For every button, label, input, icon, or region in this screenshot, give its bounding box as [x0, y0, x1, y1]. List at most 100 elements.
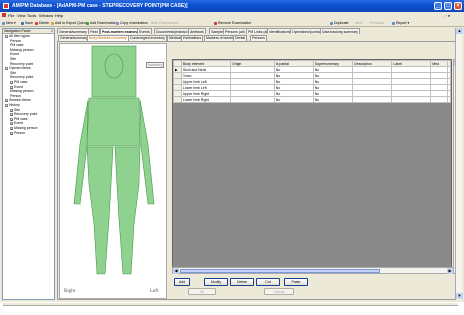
table-cell[interactable]	[391, 96, 432, 103]
main-tab[interactable]: Data tracking summary	[320, 28, 360, 34]
lower-limb-left-region[interactable]	[114, 146, 141, 275]
main-tab[interactable]: Persons (all)	[223, 28, 247, 34]
collapse-icon[interactable]: −	[5, 104, 8, 108]
scroll-right-icon[interactable]: ▶	[447, 268, 453, 274]
expand-icon[interactable]: +	[5, 99, 8, 103]
minimize-button[interactable]: _	[434, 2, 442, 10]
table-cell[interactable]: No	[312, 96, 354, 103]
expand-icon[interactable]: +	[10, 85, 13, 89]
cut-button[interactable]: Cut	[256, 278, 280, 286]
ok-button[interactable]: Ok	[188, 288, 216, 295]
main-tab[interactable]: Field	[88, 28, 100, 34]
main-tab[interactable]: Operations/journal	[290, 28, 323, 34]
delete-row-button[interactable]: Delete	[230, 278, 254, 286]
tree-item-label: Event	[14, 121, 23, 126]
paste-button[interactable]: Paste	[284, 278, 308, 286]
table-cell[interactable]	[430, 96, 448, 103]
grid-horizontal-scrollbar[interactable]: ◀ ▶	[172, 267, 453, 274]
table-row[interactable]: Lower limb Right No No	[173, 96, 451, 103]
document-icon	[2, 13, 6, 17]
table-cell[interactable]: No	[273, 96, 314, 103]
duplicate-icon	[330, 21, 333, 25]
left-side-label: Left	[150, 289, 159, 294]
navigation-close-icon[interactable]: ×	[51, 29, 53, 34]
tree-item[interactable]: −Opened items	[5, 66, 31, 71]
main-tab[interactable]: Identifications	[267, 28, 293, 34]
expand-icon[interactable]: +	[10, 117, 13, 121]
tree-item-label: Site	[14, 107, 21, 112]
content-panel: Inventory Right Left Body element Origin I…	[57, 41, 462, 300]
sub-tab[interactable]: Persons	[250, 35, 267, 41]
cancel-button[interactable]: Cancel	[264, 288, 294, 295]
collapse-icon[interactable]: −	[5, 35, 8, 39]
mdi-controls[interactable]: _ ▫ ×	[442, 13, 450, 18]
ante-examination-button[interactable]: Ante Examination	[151, 21, 178, 25]
tree-item[interactable]: +Person	[10, 130, 26, 135]
torso-region[interactable]	[86, 97, 141, 147]
tree-item-label: Missing person	[14, 126, 38, 130]
duplicate-button[interactable]: Duplicate	[330, 21, 349, 25]
expand-icon[interactable]: +	[10, 127, 13, 131]
tree-item-label: Recovery point	[10, 61, 34, 66]
main-tab[interactable]: Events	[137, 28, 152, 34]
tree-item-label: Person	[10, 93, 22, 98]
expand-icon[interactable]: +	[10, 131, 13, 135]
main-scroll-up-icon[interactable]: ▲	[456, 28, 463, 34]
new-button[interactable]: New ▾	[2, 21, 16, 25]
expand-icon[interactable]: +	[10, 108, 13, 112]
navigation-panel-title: Navigation Panel	[4, 29, 31, 33]
close-button[interactable]: ×	[454, 2, 462, 10]
scroll-left-icon[interactable]: ◀	[173, 268, 179, 274]
sub-tab[interactable]: Dental	[233, 35, 248, 41]
main-scroll-down-icon[interactable]: ▼	[456, 293, 463, 299]
lower-limb-right-region[interactable]	[86, 146, 114, 275]
modify-button[interactable]: Modify	[204, 278, 228, 286]
menu-view[interactable]: View	[17, 13, 26, 18]
expand-icon[interactable]: +	[10, 113, 13, 117]
tree-item-label: Site	[10, 70, 17, 75]
app-icon	[3, 3, 9, 9]
save-button[interactable]: Save	[21, 21, 33, 25]
expand-icon[interactable]: +	[10, 122, 13, 126]
table-cell[interactable]: Lower limb Right	[180, 96, 232, 103]
body-element-table: Body element Origin Is partial Supernumerar…	[173, 60, 451, 103]
menu-window[interactable]: Window	[39, 13, 53, 18]
add-examination-button[interactable]: Add Examination	[86, 21, 116, 25]
scroll-thumb-horizontal[interactable]	[180, 269, 380, 273]
main-tab[interactable]: General/summary	[57, 28, 89, 34]
table-cell[interactable]	[352, 96, 393, 103]
menu-help[interactable]: Help	[55, 13, 63, 18]
sub-tab[interactable]: General/summary	[58, 35, 90, 41]
previous-button[interactable]: Previous	[370, 21, 384, 25]
next-button[interactable]: Next	[355, 21, 362, 25]
upper-limb-right-region[interactable]	[73, 99, 89, 205]
report-button[interactable]: Report ▾	[392, 21, 409, 25]
export-icon	[51, 21, 54, 25]
remove-examination-button[interactable]: Remove Examination	[214, 21, 251, 25]
add-to-export-queue-button[interactable]: Add to Export Queue	[51, 21, 88, 25]
sub-tab[interactable]: Commingled inventory	[128, 35, 167, 41]
menu-bar: File View Tools Window Help _ ▫ ×	[0, 12, 464, 19]
menu-tools[interactable]: Tools	[27, 13, 36, 18]
table-cell[interactable]	[230, 96, 275, 103]
sub-tab[interactable]: Markers of identity	[204, 35, 237, 41]
menu-file[interactable]: File	[8, 13, 14, 18]
maximize-button[interactable]: □	[444, 2, 452, 10]
body-diagram[interactable]	[60, 44, 168, 300]
tree-item-label: Person	[14, 130, 26, 135]
sub-tab[interactable]: Body/Skeleton inventory	[87, 35, 129, 41]
tree-item-label: Person	[10, 38, 22, 43]
copy-examination-button[interactable]: Copy examination	[116, 21, 148, 25]
sub-tab[interactable]: Estimations	[181, 35, 204, 41]
tree-item-label: All item types	[9, 34, 30, 38]
head-outline[interactable]	[104, 53, 124, 79]
collapse-icon[interactable]: −	[5, 67, 8, 71]
expand-icon[interactable]: +	[10, 81, 13, 85]
main-tab[interactable]: Artefacts	[188, 28, 206, 34]
add-button[interactable]: Add	[174, 278, 190, 286]
tree-item-label: Opened items	[9, 66, 31, 71]
main-vertical-scrollbar[interactable]: ▲ ▼	[455, 28, 463, 300]
delete-button[interactable]: Delete	[35, 21, 49, 25]
upper-limb-left-region[interactable]	[139, 99, 155, 205]
inventory-button[interactable]: Inventory	[146, 62, 165, 68]
